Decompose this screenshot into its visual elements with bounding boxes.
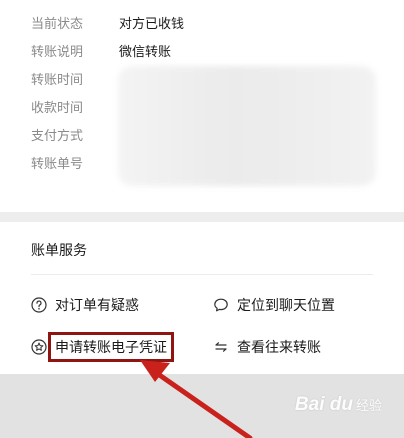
question-circle-icon — [31, 297, 47, 313]
detail-label: 支付方式 — [31, 128, 84, 144]
detail-row-status: 当前状态 对方已收钱 — [31, 10, 184, 34]
detail-row-payment-method: 支付方式 — [31, 122, 119, 146]
chat-bubble-icon — [214, 298, 228, 312]
locate-chat-label: 定位到聊天位置 — [237, 298, 335, 314]
detail-row-receive-time: 收款时间 — [31, 94, 119, 118]
transfer-details-section: 当前状态 对方已收钱 转账说明 微信转账 转账时间 收款时间 支付方式 转账单号 — [0, 0, 404, 200]
blurred-details-redaction — [118, 66, 376, 186]
section-separator — [0, 212, 404, 222]
detail-label: 收款时间 — [31, 100, 84, 116]
order-question-label: 对订单有疑惑 — [55, 298, 139, 314]
star-circle-icon — [31, 339, 47, 355]
baidu-jingyan-watermark: Bai du 经验 — [295, 394, 382, 416]
bill-services-section: 账单服务 对订单有疑惑 定位到聊天位置 申请转账电子凭证 查看往来转账 — [0, 222, 404, 374]
detail-label: 转账时间 — [31, 72, 84, 88]
divider — [31, 274, 373, 275]
detail-value: 对方已收钱 — [119, 16, 185, 32]
detail-label: 当前状态 — [31, 16, 84, 32]
locate-chat-item[interactable]: 定位到聊天位置 — [213, 292, 335, 318]
detail-row-transfer-number: 转账单号 — [31, 150, 119, 174]
watermark-suffix: 经验 — [355, 398, 382, 413]
detail-label: 转账说明 — [31, 44, 84, 60]
view-transfer-history-label: 查看往来转账 — [237, 340, 321, 356]
detail-label: 转账单号 — [31, 156, 84, 172]
detail-row-description: 转账说明 微信转账 — [31, 38, 171, 62]
detail-value: 微信转账 — [119, 44, 172, 60]
bill-services-title: 账单服务 — [31, 243, 87, 259]
order-question-item[interactable]: 对订单有疑惑 — [31, 292, 139, 318]
annotation-highlight-box — [48, 332, 174, 362]
exchange-arrows-icon — [215, 342, 227, 352]
watermark-logo: Bai du — [294, 394, 353, 415]
detail-row-transfer-time: 转账时间 — [31, 66, 119, 90]
view-transfer-history-item[interactable]: 查看往来转账 — [213, 334, 321, 360]
